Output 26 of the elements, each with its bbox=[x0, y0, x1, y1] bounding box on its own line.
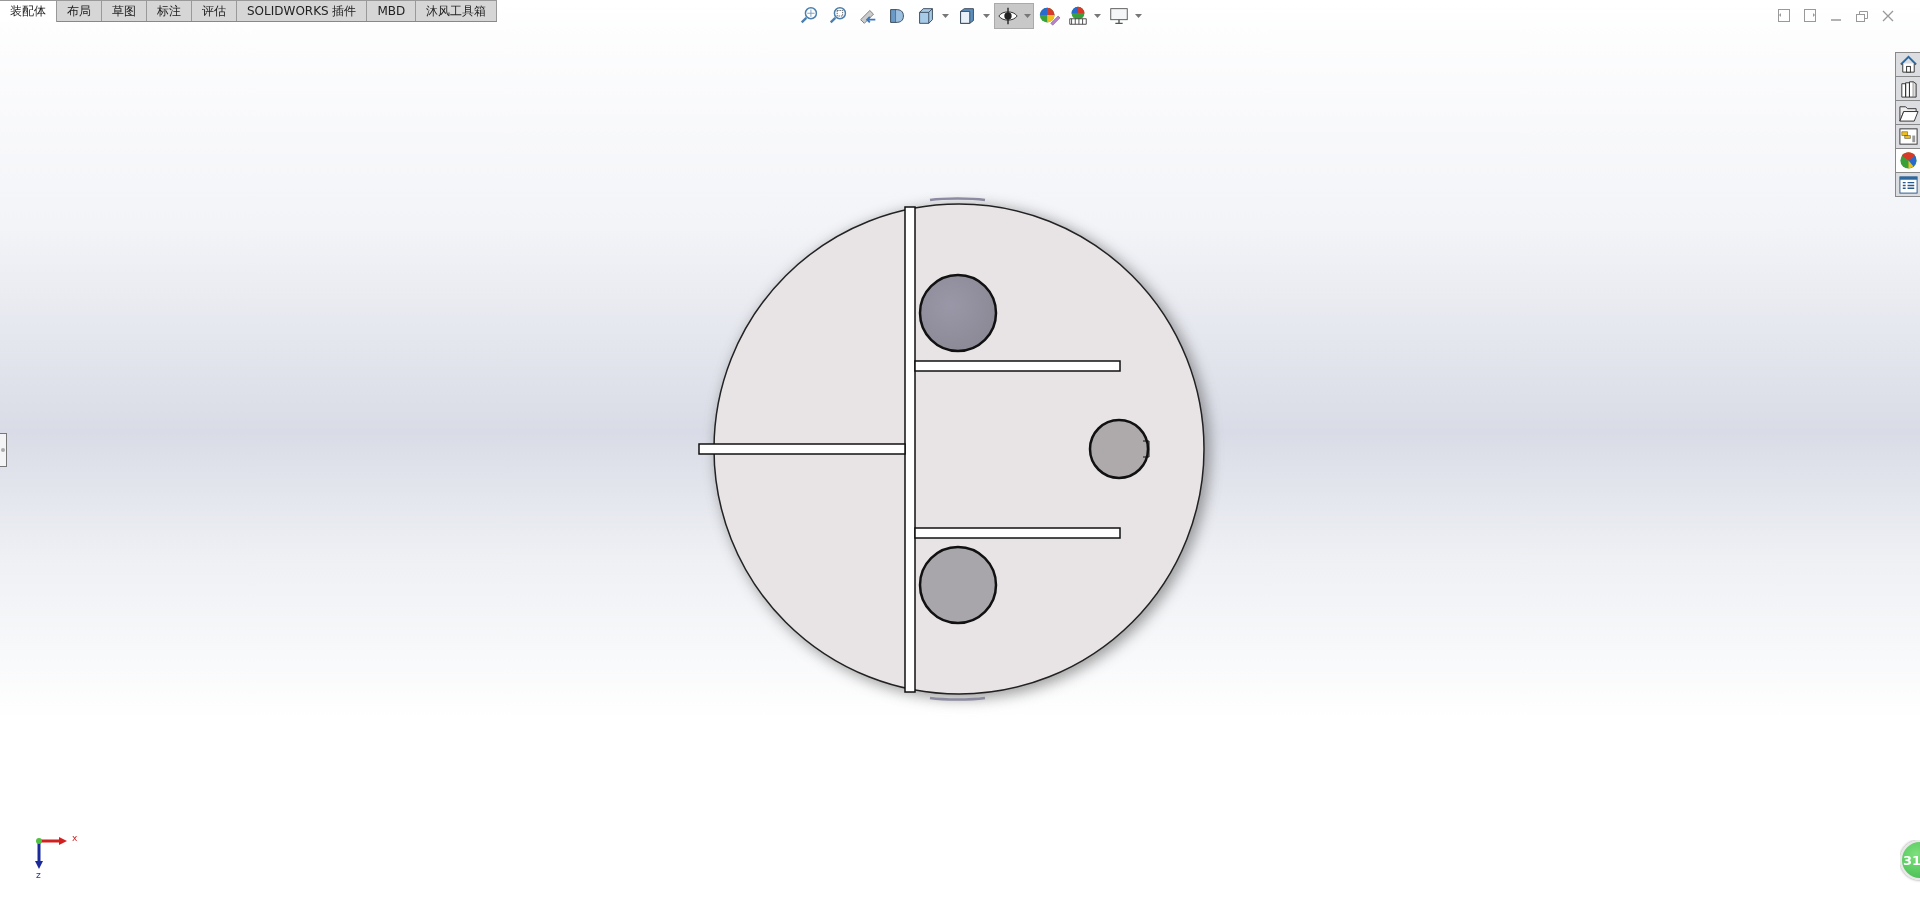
ribbon-tab[interactable]: 标注 bbox=[147, 0, 192, 21]
caret-icon[interactable] bbox=[1094, 14, 1101, 18]
properties-icon bbox=[1897, 174, 1919, 195]
ribbon-tab[interactable]: MBD bbox=[367, 0, 417, 21]
task-pane-tab[interactable] bbox=[1896, 173, 1920, 196]
axis-label: x bbox=[72, 833, 78, 843]
task-pane-tab[interactable] bbox=[1896, 77, 1920, 101]
close-icon[interactable] bbox=[1880, 8, 1896, 24]
restore-icon[interactable] bbox=[1854, 8, 1870, 24]
ribbon-tab[interactable]: 评估 bbox=[192, 0, 237, 21]
caret-icon[interactable] bbox=[1024, 14, 1031, 18]
axis-label: z bbox=[36, 870, 41, 880]
caret-icon[interactable] bbox=[983, 14, 990, 18]
caret-icon[interactable] bbox=[942, 14, 949, 18]
task-pane-tab[interactable] bbox=[1896, 101, 1920, 125]
toolbar-button[interactable] bbox=[994, 3, 1034, 29]
task-pane-tab[interactable] bbox=[1896, 53, 1920, 77]
panel-toggle-handle[interactable] bbox=[0, 433, 7, 467]
panel-right-icon[interactable] bbox=[1802, 8, 1818, 24]
ribbon-tab[interactable]: 布局 bbox=[57, 0, 102, 21]
ribbon-tab[interactable]: 草图 bbox=[102, 0, 147, 21]
panel-left-icon[interactable] bbox=[1776, 8, 1792, 24]
caret-icon[interactable] bbox=[1135, 14, 1142, 18]
ribbon-tab[interactable]: 装配体 bbox=[0, 0, 57, 22]
ribbon-tab[interactable]: 沐风工具箱 bbox=[416, 0, 498, 21]
ribbon-tab[interactable]: SOLIDWORKS 插件 bbox=[237, 0, 368, 21]
